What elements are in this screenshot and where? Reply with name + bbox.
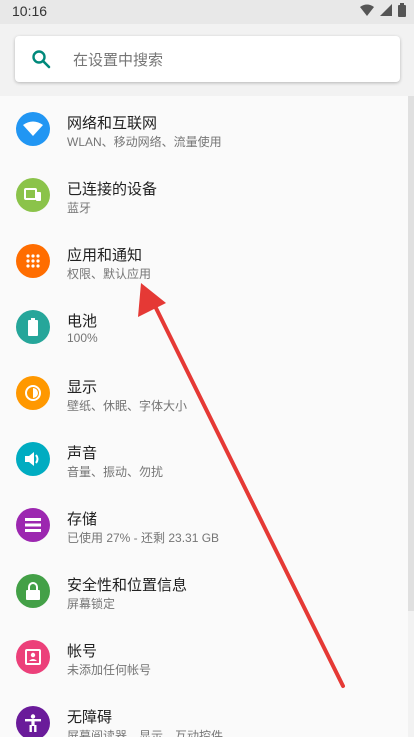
setting-subtitle: 蓝牙 bbox=[67, 201, 92, 215]
setting-subtitle: 屏幕锁定 bbox=[67, 597, 116, 611]
setting-title: 电池 bbox=[67, 313, 98, 330]
setting-subtitle: WLAN、移动网络、流量使用 bbox=[67, 135, 222, 149]
status-bar: 10:16 bbox=[0, 0, 414, 24]
setting-subtitle: 音量、振动、勿扰 bbox=[67, 465, 164, 479]
setting-title: 存储 bbox=[67, 511, 98, 528]
apps-icon bbox=[16, 244, 50, 278]
sound-icon bbox=[16, 442, 50, 476]
setting-title: 安全性和位置信息 bbox=[67, 577, 188, 594]
setting-title: 声音 bbox=[67, 445, 98, 462]
setting-sound[interactable]: 声音 音量、振动、勿扰 bbox=[0, 426, 408, 492]
search-icon bbox=[32, 50, 51, 69]
search-placeholder: 在设置中搜索 bbox=[73, 52, 164, 69]
setting-subtitle: 壁纸、休眠、字体大小 bbox=[67, 399, 188, 413]
setting-title: 无障碍 bbox=[67, 709, 113, 726]
scrollbar[interactable] bbox=[408, 96, 414, 611]
setting-accessibility[interactable]: 无障碍 屏幕阅读器、显示、互动控件 bbox=[0, 690, 408, 737]
setting-title: 帐号 bbox=[67, 643, 98, 660]
devices-icon bbox=[16, 178, 50, 212]
setting-battery[interactable]: 电池 100% bbox=[0, 294, 408, 360]
setting-subtitle: 权限、默认应用 bbox=[67, 267, 152, 281]
wifi-signal-icon bbox=[360, 4, 374, 16]
setting-connected-devices[interactable]: 已连接的设备 蓝牙 bbox=[0, 162, 408, 228]
storage-icon bbox=[16, 508, 50, 542]
search-area: 在设置中搜索 bbox=[0, 24, 414, 96]
setting-subtitle: 100% bbox=[67, 331, 98, 345]
setting-subtitle: 屏幕阅读器、显示、互动控件 bbox=[67, 729, 224, 737]
setting-title: 显示 bbox=[67, 379, 98, 396]
account-icon bbox=[16, 640, 50, 674]
setting-title: 网络和互联网 bbox=[67, 115, 158, 132]
wifi-icon bbox=[16, 112, 50, 146]
lock-icon bbox=[16, 574, 50, 608]
search-bar[interactable]: 在设置中搜索 bbox=[15, 36, 400, 82]
setting-storage[interactable]: 存储 已使用 27% - 还剩 23.31 GB bbox=[0, 492, 408, 558]
setting-title: 已连接的设备 bbox=[67, 181, 158, 198]
accessibility-icon bbox=[16, 706, 50, 737]
setting-apps-notifications[interactable]: 应用和通知 权限、默认应用 bbox=[0, 228, 408, 294]
cell-signal-icon bbox=[380, 4, 392, 16]
setting-security-location[interactable]: 安全性和位置信息 屏幕锁定 bbox=[0, 558, 408, 624]
battery-status-icon bbox=[398, 3, 406, 17]
setting-subtitle: 未添加任何帐号 bbox=[67, 663, 152, 677]
battery-icon bbox=[16, 310, 50, 344]
setting-network[interactable]: 网络和互联网 WLAN、移动网络、流量使用 bbox=[0, 96, 408, 162]
setting-title: 应用和通知 bbox=[67, 247, 143, 264]
settings-list: 网络和互联网 WLAN、移动网络、流量使用 已连接的设备 蓝牙 应用和通知 权限… bbox=[0, 96, 408, 737]
setting-subtitle: 已使用 27% - 还剩 23.31 GB bbox=[67, 531, 220, 545]
status-icons bbox=[360, 3, 406, 17]
display-icon bbox=[16, 376, 50, 410]
status-time: 10:16 bbox=[12, 3, 48, 19]
setting-accounts[interactable]: 帐号 未添加任何帐号 bbox=[0, 624, 408, 690]
setting-display[interactable]: 显示 壁纸、休眠、字体大小 bbox=[0, 360, 408, 426]
